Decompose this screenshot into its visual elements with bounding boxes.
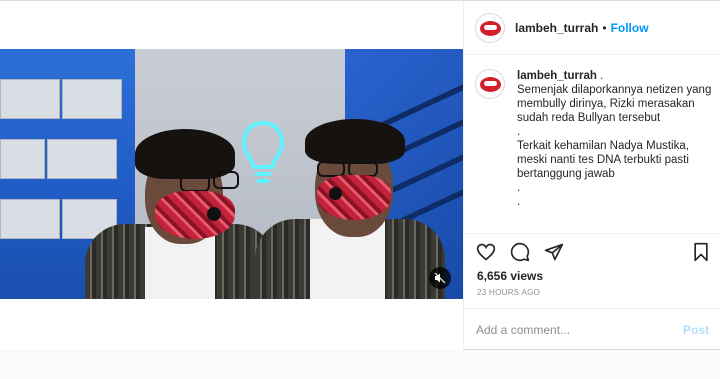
caption: lambeh_turrah . Semenjak dilaporkannya n… xyxy=(475,69,715,209)
post-container: lambeh_turrah • Follow lambeh_turrah . S… xyxy=(0,0,720,350)
caption-avatar[interactable] xyxy=(475,69,505,99)
post-sidebar: lambeh_turrah • Follow lambeh_turrah . S… xyxy=(463,1,720,350)
header-username[interactable]: lambeh_turrah xyxy=(515,21,598,35)
avatar[interactable] xyxy=(475,12,505,43)
mute-button[interactable] xyxy=(429,267,451,289)
caption-username[interactable]: lambeh_turrah xyxy=(517,70,597,82)
header-separator: • xyxy=(602,20,607,35)
person-right xyxy=(255,119,445,299)
heart-icon[interactable] xyxy=(476,242,496,262)
comment-icon[interactable] xyxy=(510,242,530,262)
share-icon[interactable] xyxy=(544,242,564,262)
follow-button[interactable]: Follow xyxy=(611,21,649,35)
mute-icon xyxy=(434,272,446,284)
actions-bar: 6,656 views 23 HOURS AGO xyxy=(464,233,720,301)
bookmark-icon[interactable] xyxy=(691,242,711,262)
view-count[interactable]: 6,656 views xyxy=(477,269,543,283)
post-timestamp[interactable]: 23 HOURS AGO xyxy=(477,288,540,297)
caption-body: Semenjak dilaporkannya netizen yang memb… xyxy=(517,84,712,208)
post-header: lambeh_turrah • Follow xyxy=(464,1,720,55)
video-player[interactable] xyxy=(0,49,463,299)
comment-bar: Post xyxy=(464,308,720,350)
caption-dot: . xyxy=(596,70,604,82)
comment-input[interactable] xyxy=(476,322,683,337)
post-comment-button[interactable]: Post xyxy=(683,323,709,337)
post-media xyxy=(0,1,463,350)
person-left xyxy=(85,129,275,299)
